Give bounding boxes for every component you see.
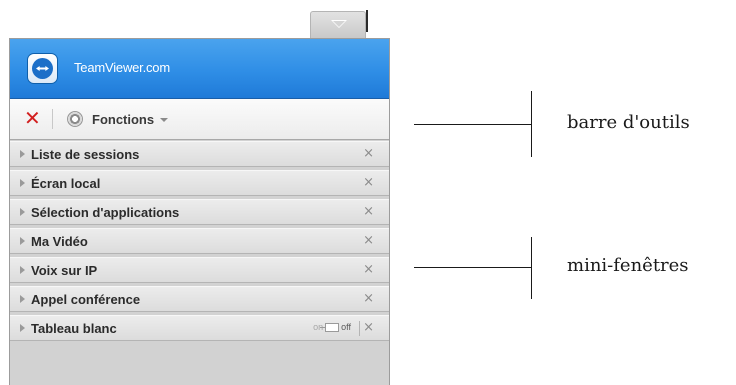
widget-label: Ma Vidéo <box>31 234 88 249</box>
annotation-line-toolbar <box>414 124 531 125</box>
collapse-panel-button[interactable] <box>310 10 368 39</box>
widget-row-my-video[interactable]: Ma Vidéo × <box>10 228 389 254</box>
annotation-bracket-widgets <box>531 237 532 299</box>
expand-triangle-icon <box>20 266 25 274</box>
expand-triangle-icon <box>20 179 25 187</box>
widget-label: Voix sur IP <box>31 263 98 278</box>
widget-close-button[interactable]: × <box>363 204 374 219</box>
expand-triangle-icon <box>20 208 25 216</box>
widget-list: Liste de sessions × Écran local × Sélect… <box>10 141 389 344</box>
toggle-switch-icon <box>320 322 340 332</box>
widget-row-conference-call[interactable]: Appel conférence × <box>10 286 389 312</box>
gear-icon <box>67 111 83 127</box>
close-session-button[interactable]: ✕ <box>24 108 41 128</box>
chevron-down-icon <box>331 20 347 28</box>
widget-row-session-list[interactable]: Liste de sessions × <box>10 141 389 167</box>
widget-label: Écran local <box>31 176 101 191</box>
functions-label: Fonctions <box>92 111 155 127</box>
widget-row-whiteboard[interactable]: Tableau blanc on off × <box>10 315 389 341</box>
widget-close-button[interactable]: × <box>363 291 374 306</box>
expand-triangle-icon <box>20 237 25 245</box>
widget-label: Appel conférence <box>31 292 141 307</box>
annotation-widgets: mini-fenêtres <box>567 255 689 276</box>
toolbar: ✕ Fonctions <box>10 99 389 140</box>
expand-triangle-icon <box>20 324 25 332</box>
panel-header: TeamViewer.com <box>10 39 389 99</box>
widget-label: Tableau blanc <box>31 321 117 336</box>
functions-menu-button[interactable]: Fonctions <box>67 107 169 131</box>
row-divider <box>359 321 360 336</box>
widget-row-voip[interactable]: Voix sur IP × <box>10 257 389 283</box>
dropdown-caret-icon <box>160 118 169 122</box>
widget-close-button[interactable]: × <box>363 146 374 161</box>
widget-close-button[interactable]: × <box>363 262 374 277</box>
toggle-off-label: off <box>341 322 351 332</box>
widget-row-local-screen[interactable]: Écran local × <box>10 170 389 196</box>
whiteboard-toggle[interactable]: on off <box>313 322 351 332</box>
collapse-tab-edge <box>363 10 368 32</box>
teamviewer-panel: TeamViewer.com ✕ Fonctions Liste de sess… <box>9 38 390 385</box>
widget-close-button[interactable]: × <box>363 175 374 190</box>
teamviewer-logo-icon <box>28 54 57 83</box>
expand-triangle-icon <box>20 150 25 158</box>
annotation-line-widgets <box>414 267 531 268</box>
widget-label: Liste de sessions <box>31 147 140 162</box>
annotation-toolbar: barre d'outils <box>567 112 690 133</box>
widget-close-button[interactable]: × <box>363 320 374 335</box>
widget-close-button[interactable]: × <box>363 233 374 248</box>
brand-title: TeamViewer.com <box>74 60 170 75</box>
widget-row-app-selection[interactable]: Sélection d'applications × <box>10 199 389 225</box>
widget-label: Sélection d'applications <box>31 205 180 220</box>
annotation-bracket-toolbar <box>531 91 532 157</box>
expand-triangle-icon <box>20 295 25 303</box>
toolbar-divider <box>52 109 53 129</box>
